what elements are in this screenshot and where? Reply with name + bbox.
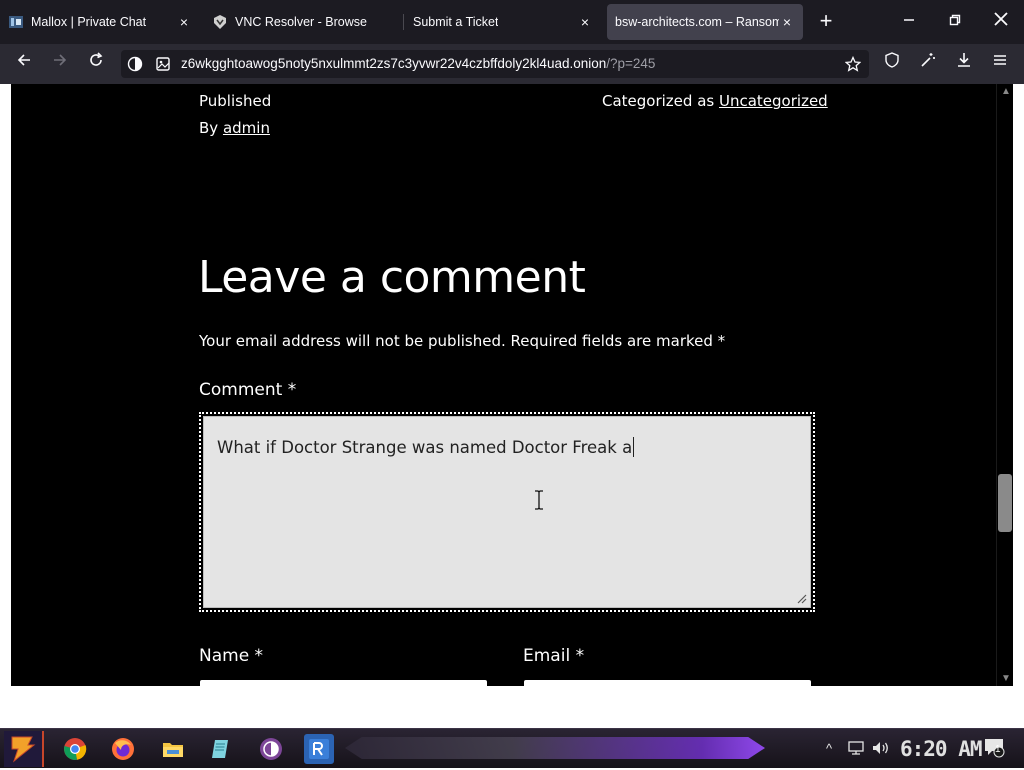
file-explorer-icon — [163, 743, 183, 757]
tab-bsw-architects[interactable]: bsw-architects.com – Ransom × — [607, 4, 803, 40]
tab-vnc-resolver[interactable]: VNC Resolver - Browse — [212, 4, 400, 40]
comment-text-value: What if Doctor Strange was named Doctor … — [217, 437, 635, 457]
rdp-icon — [309, 739, 329, 759]
category-link[interactable]: Uncategorized — [719, 92, 828, 110]
navigation-toolbar: z6wkgghtoawog5noty5nxulmmt2zs7c3yvwr22v4… — [0, 44, 1024, 84]
by-prefix: By — [199, 119, 219, 137]
star-icon[interactable] — [844, 55, 862, 72]
tab-title: Mallox | Private Chat — [31, 15, 147, 29]
arrow-right-icon — [54, 54, 67, 66]
tray-chevron-icon[interactable]: ^ — [826, 741, 832, 756]
tab-submit-ticket[interactable]: Submit a Ticket × — [413, 4, 601, 40]
reload-button[interactable] — [84, 52, 108, 76]
chrome-icon — [64, 738, 87, 760]
tab-title: bsw-architects.com – Ransom — [615, 15, 779, 29]
forward-button[interactable] — [48, 52, 72, 76]
url-path: /?p=245 — [606, 56, 656, 71]
restore-button[interactable] — [941, 10, 969, 34]
firefox-taskbar-button[interactable] — [108, 734, 138, 764]
url-bar[interactable]: z6wkgghtoawog5noty5nxulmmt2zs7c3yvwr22v4… — [121, 50, 869, 78]
notepad-taskbar-button[interactable] — [206, 734, 236, 764]
window-border — [0, 84, 11, 686]
download-icon[interactable] — [952, 52, 976, 76]
tab-close-icon[interactable]: × — [176, 14, 192, 30]
post-category-line: Categorized as Uncategorized — [602, 92, 828, 110]
start-button[interactable] — [4, 731, 44, 767]
name-label: Name * — [199, 646, 264, 666]
firefox-icon — [112, 738, 134, 760]
reload-icon — [90, 52, 103, 66]
shield-icon[interactable] — [880, 52, 904, 76]
window-bottom-border — [0, 686, 1024, 728]
email-note: Your email address will not be published… — [199, 332, 726, 350]
page-content: Published By admin Categorized as Uncate… — [11, 84, 998, 686]
scroll-down-icon[interactable]: ▼ — [1001, 673, 1011, 684]
comment-label: Comment * — [199, 380, 297, 400]
tab-title: Submit a Ticket — [413, 15, 499, 29]
minimize-icon — [904, 19, 914, 21]
arrow-left-icon — [17, 54, 30, 66]
tab-mallox-chat[interactable]: Mallox | Private Chat × — [8, 4, 200, 40]
notepad-icon — [212, 740, 228, 758]
tab-title: VNC Resolver - Browse — [235, 15, 367, 29]
hamburger-icon[interactable] — [988, 52, 1012, 76]
close-icon — [994, 12, 1008, 26]
rdp-taskbar-button[interactable] — [304, 734, 334, 764]
close-window-button[interactable] — [987, 10, 1015, 34]
published-label: Published — [199, 92, 272, 110]
tor-icon — [260, 738, 282, 760]
email-label: Email * — [523, 646, 585, 666]
minimize-button[interactable] — [895, 10, 923, 34]
network-icon[interactable] — [848, 741, 864, 758]
post-author-line: By admin — [199, 119, 270, 137]
notification-count: 1 — [995, 744, 1001, 755]
file-explorer-taskbar-button[interactable] — [158, 734, 188, 764]
comment-textarea[interactable]: What if Doctor Strange was named Doctor … — [203, 416, 811, 608]
back-button[interactable] — [12, 52, 36, 76]
url-host: z6wkgghtoawog5noty5nxulmmt2zs7c3yvwr22v4… — [181, 56, 607, 71]
tab-bar: Mallox | Private Chat × VNC Resolver - B… — [0, 0, 1024, 44]
ibeam-cursor-icon — [535, 490, 543, 510]
taskbar-clock[interactable]: 6:20 AM — [900, 737, 983, 761]
vnc-resolver-favicon-icon — [212, 14, 228, 30]
author-link[interactable]: admin — [223, 119, 270, 137]
categorized-prefix: Categorized as — [602, 92, 715, 110]
restore-icon — [949, 14, 961, 26]
wand-icon[interactable] — [916, 52, 940, 76]
tab-close-icon[interactable]: × — [577, 14, 593, 30]
tor-taskbar-button[interactable] — [256, 734, 286, 764]
new-tab-button[interactable]: + — [814, 10, 838, 34]
comment-field-focus-ring[interactable]: What if Doctor Strange was named Doctor … — [199, 412, 815, 612]
scroll-up-icon[interactable]: ▲ — [1001, 86, 1011, 97]
onion-icon[interactable] — [127, 56, 143, 72]
tab-separator — [403, 14, 404, 30]
taskbar: ^ 6:20 AM 1 — [0, 728, 1024, 768]
resize-grip-icon[interactable] — [795, 592, 807, 604]
notification-center-icon[interactable]: 1 — [984, 738, 1006, 761]
url-text[interactable]: z6wkgghtoawog5noty5nxulmmt2zs7c3yvwr22v4… — [181, 56, 655, 71]
scroll-thumb[interactable] — [998, 474, 1012, 532]
chrome-taskbar-button[interactable] — [60, 734, 90, 764]
text-caret — [633, 437, 635, 457]
comment-heading: Leave a comment — [198, 252, 586, 303]
page-icon[interactable] — [155, 56, 171, 72]
page-scrollbar[interactable]: ▲ ▼ — [996, 84, 1013, 686]
mallox-favicon-icon — [8, 14, 24, 30]
taskbar-decoration — [345, 737, 765, 759]
start-icon — [11, 736, 36, 763]
volume-icon[interactable] — [872, 741, 890, 758]
tab-close-icon[interactable]: × — [779, 14, 795, 30]
